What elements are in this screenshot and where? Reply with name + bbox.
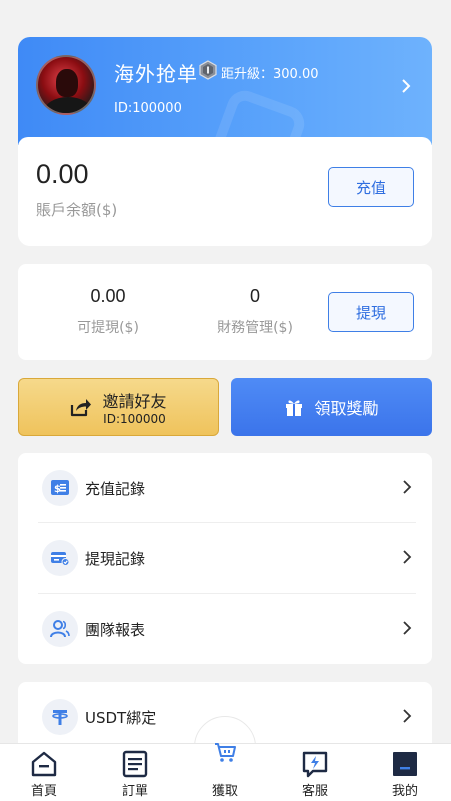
finance-management-label: 財務管理($) (217, 320, 293, 336)
chevron-right-icon (403, 480, 412, 494)
chevron-right-icon (403, 709, 412, 723)
service-icon (302, 751, 328, 778)
team-report-icon (42, 611, 78, 647)
share-icon (71, 399, 92, 417)
records-menu: $ 充值記錄 提現記錄 團隊報表 (18, 453, 432, 664)
tab-mine[interactable]: 我的 (365, 744, 445, 801)
tab-orders[interactable]: 訂單 (95, 744, 175, 801)
menu-item-label: 充值記錄 (85, 480, 146, 498)
cart-icon (215, 743, 236, 762)
gift-icon (286, 400, 303, 416)
withdraw-button[interactable]: 提現 (328, 292, 414, 332)
username: 海外抢单 (114, 62, 198, 86)
tab-label: 獲取 (211, 784, 238, 799)
claim-reward-label: 領取獎勵 (314, 399, 379, 418)
balance-label: 賬戶余額($) (36, 201, 118, 219)
tab-label: 客服 (301, 784, 328, 799)
menu-item-label: USDT綁定 (85, 709, 157, 727)
profile-icon (393, 752, 417, 776)
recharge-button[interactable]: 充值 (328, 167, 414, 207)
home-icon (31, 751, 57, 777)
tab-label: 訂單 (121, 784, 148, 799)
menu-item-team-report[interactable]: 團隊報表 (18, 594, 432, 664)
tab-customer-service[interactable]: 客服 (275, 744, 355, 801)
menu-item-label: 團隊報表 (85, 621, 146, 639)
claim-reward-button[interactable]: 領取獎勵 (231, 378, 432, 436)
menu-item-withdraw-record[interactable]: 提現記錄 (18, 523, 432, 593)
finance-management-value: 0 (249, 286, 260, 306)
withdraw-record-icon (42, 540, 78, 576)
menu-item-label: 提現記錄 (85, 550, 146, 568)
usdt-icon (42, 699, 78, 735)
orders-icon (122, 750, 148, 778)
tab-grab[interactable]: 獲取 (185, 743, 265, 801)
upgrade-progress-text: 距升級：300.00 (221, 67, 319, 82)
tab-label: 首頁 (30, 784, 57, 799)
finance-card: 0.00 可提現($) 0 財務管理($) 提現 (18, 264, 432, 360)
balance-panel: 0.00 賬戶余額($) 充值 (18, 137, 432, 246)
withdrawable-stat: 0.00 可提現($) (38, 286, 178, 337)
invite-friends-button[interactable]: 邀請好友 ID:100000 (18, 378, 219, 436)
user-id: ID:100000 (114, 101, 182, 116)
profile-header[interactable]: 海外抢单 距升級：300.00 ID:100000 (18, 37, 432, 189)
avatar (36, 55, 96, 115)
chevron-right-icon (403, 550, 412, 564)
tab-home[interactable]: 首頁 (4, 744, 84, 801)
withdrawable-value: 0.00 (90, 286, 126, 306)
invite-id: ID:100000 (103, 412, 166, 426)
invite-friends-label: 邀請好友 (102, 392, 167, 411)
menu-item-recharge-record[interactable]: $ 充值記錄 (18, 453, 432, 523)
chevron-right-icon (403, 621, 412, 635)
withdrawable-label: 可提現($) (77, 320, 139, 336)
tab-label: 我的 (391, 784, 418, 799)
balance-value: 0.00 (36, 159, 89, 189)
recharge-record-icon: $ (42, 470, 78, 506)
chevron-right-icon[interactable] (400, 79, 412, 93)
finance-management-stat: 0 財務管理($) (185, 286, 325, 337)
svg-text:$: $ (54, 484, 61, 495)
bottom-tab-bar: 首頁 訂單 獲取 客服 我的 (0, 743, 451, 801)
level-badge-icon (199, 60, 217, 80)
profile-card: 海外抢单 距升級：300.00 ID:100000 0.00 賬戶余額($) 充… (18, 37, 432, 246)
